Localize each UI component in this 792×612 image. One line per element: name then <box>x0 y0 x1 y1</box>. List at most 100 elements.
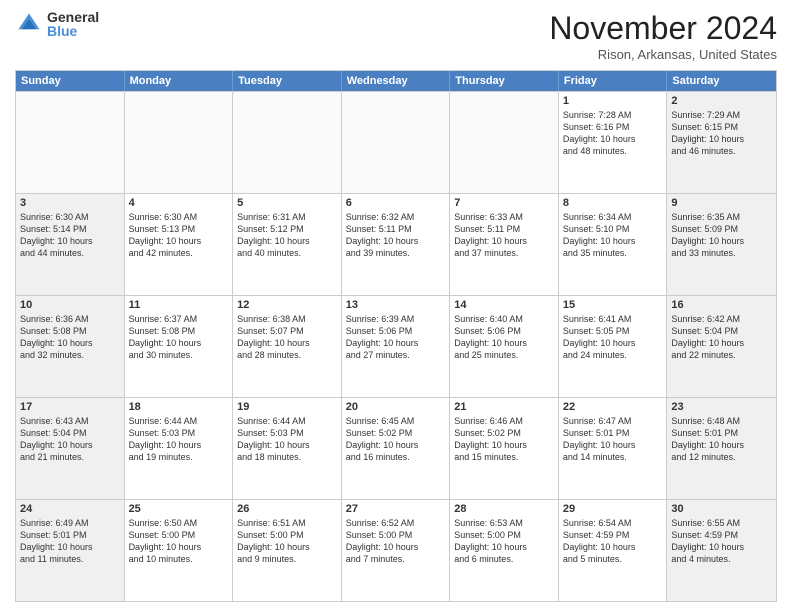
cell-info: Sunrise: 6:32 AM Sunset: 5:11 PM Dayligh… <box>346 211 446 260</box>
day-cell-28: 28 Sunrise: 6:53 AM Sunset: 5:00 PM Dayli… <box>450 500 559 601</box>
day-cell-26: 26 Sunrise: 6:51 AM Sunset: 5:00 PM Dayli… <box>233 500 342 601</box>
cell-info: Sunrise: 6:34 AM Sunset: 5:10 PM Dayligh… <box>563 211 663 260</box>
header-day-friday: Friday <box>559 71 668 91</box>
cell-info: Sunrise: 6:51 AM Sunset: 5:00 PM Dayligh… <box>237 517 337 566</box>
day-number: 5 <box>237 197 337 209</box>
day-number: 30 <box>671 503 772 515</box>
day-number: 18 <box>129 401 229 413</box>
day-number: 26 <box>237 503 337 515</box>
day-number: 3 <box>20 197 120 209</box>
day-number: 10 <box>20 299 120 311</box>
header-day-saturday: Saturday <box>667 71 776 91</box>
cell-info: Sunrise: 6:36 AM Sunset: 5:08 PM Dayligh… <box>20 313 120 362</box>
day-cell-30: 30 Sunrise: 6:55 AM Sunset: 4:59 PM Dayli… <box>667 500 776 601</box>
day-number: 28 <box>454 503 554 515</box>
day-number: 2 <box>671 95 772 107</box>
day-cell-25: 25 Sunrise: 6:50 AM Sunset: 5:00 PM Dayli… <box>125 500 234 601</box>
day-cell-16: 16 Sunrise: 6:42 AM Sunset: 5:04 PM Dayli… <box>667 296 776 397</box>
day-cell-21: 21Sunrise: 6:46 AM Sunset: 5:02 PM Dayli… <box>450 398 559 499</box>
week-row-3: 10 Sunrise: 6:36 AM Sunset: 5:08 PM Dayli… <box>16 295 776 397</box>
day-cell-5: 5 Sunrise: 6:31 AM Sunset: 5:12 PM Daylig… <box>233 194 342 295</box>
day-number: 23 <box>671 401 772 413</box>
day-cell-6: 6 Sunrise: 6:32 AM Sunset: 5:11 PM Daylig… <box>342 194 451 295</box>
title-block: November 2024 Rison, Arkansas, United St… <box>549 10 777 62</box>
day-cell-10: 10 Sunrise: 6:36 AM Sunset: 5:08 PM Dayli… <box>16 296 125 397</box>
cell-info: Sunrise: 6:31 AM Sunset: 5:12 PM Dayligh… <box>237 211 337 260</box>
cell-info: Sunrise: 6:39 AM Sunset: 5:06 PM Dayligh… <box>346 313 446 362</box>
location-subtitle: Rison, Arkansas, United States <box>549 47 777 62</box>
cell-info: Sunrise: 6:50 AM Sunset: 5:00 PM Dayligh… <box>129 517 229 566</box>
cell-info: Sunrise: 6:44 AM Sunset: 5:03 PM Dayligh… <box>129 415 229 464</box>
cell-info: Sunrise: 6:55 AM Sunset: 4:59 PM Dayligh… <box>671 517 772 566</box>
week-row-5: 24 Sunrise: 6:49 AM Sunset: 5:01 PM Dayli… <box>16 499 776 601</box>
day-number: 27 <box>346 503 446 515</box>
calendar-body: 1Sunrise: 7:28 AM Sunset: 6:16 PM Daylig… <box>16 91 776 601</box>
week-row-1: 1Sunrise: 7:28 AM Sunset: 6:16 PM Daylig… <box>16 91 776 193</box>
cell-info: Sunrise: 7:29 AM Sunset: 6:15 PM Dayligh… <box>671 109 772 158</box>
day-cell-29: 29 Sunrise: 6:54 AM Sunset: 4:59 PM Dayli… <box>559 500 668 601</box>
day-cell-3: 3 Sunrise: 6:30 AM Sunset: 5:14 PM Daylig… <box>16 194 125 295</box>
logo-blue: Blue <box>47 24 99 38</box>
cell-info: Sunrise: 6:38 AM Sunset: 5:07 PM Dayligh… <box>237 313 337 362</box>
day-cell-8: 8 Sunrise: 6:34 AM Sunset: 5:10 PM Daylig… <box>559 194 668 295</box>
day-cell-15: 15 Sunrise: 6:41 AM Sunset: 5:05 PM Dayli… <box>559 296 668 397</box>
day-number: 25 <box>129 503 229 515</box>
cell-info: Sunrise: 6:53 AM Sunset: 5:00 PM Dayligh… <box>454 517 554 566</box>
logo-icon <box>15 10 43 38</box>
cell-info: Sunrise: 6:30 AM Sunset: 5:14 PM Dayligh… <box>20 211 120 260</box>
week-row-2: 3 Sunrise: 6:30 AM Sunset: 5:14 PM Daylig… <box>16 193 776 295</box>
logo-text: General Blue <box>47 10 99 38</box>
empty-cell <box>233 92 342 193</box>
day-cell-18: 18 Sunrise: 6:44 AM Sunset: 5:03 PM Dayli… <box>125 398 234 499</box>
empty-cell <box>16 92 125 193</box>
day-number: 4 <box>129 197 229 209</box>
day-number: 14 <box>454 299 554 311</box>
day-number: 8 <box>563 197 663 209</box>
day-cell-14: 14 Sunrise: 6:40 AM Sunset: 5:06 PM Dayli… <box>450 296 559 397</box>
cell-info: Sunrise: 7:28 AM Sunset: 6:16 PM Dayligh… <box>563 109 663 158</box>
day-number: 21 <box>454 401 554 413</box>
day-number: 15 <box>563 299 663 311</box>
cell-info: Sunrise: 6:41 AM Sunset: 5:05 PM Dayligh… <box>563 313 663 362</box>
header-day-wednesday: Wednesday <box>342 71 451 91</box>
day-number: 17 <box>20 401 120 413</box>
day-cell-1: 1Sunrise: 7:28 AM Sunset: 6:16 PM Daylig… <box>559 92 668 193</box>
cell-info: Sunrise: 6:37 AM Sunset: 5:08 PM Dayligh… <box>129 313 229 362</box>
day-number: 29 <box>563 503 663 515</box>
calendar-header: SundayMondayTuesdayWednesdayThursdayFrid… <box>16 71 776 91</box>
cell-info: Sunrise: 6:35 AM Sunset: 5:09 PM Dayligh… <box>671 211 772 260</box>
empty-cell <box>342 92 451 193</box>
cell-info: Sunrise: 6:49 AM Sunset: 5:01 PM Dayligh… <box>20 517 120 566</box>
day-number: 11 <box>129 299 229 311</box>
empty-cell <box>125 92 234 193</box>
cell-info: Sunrise: 6:40 AM Sunset: 5:06 PM Dayligh… <box>454 313 554 362</box>
cell-info: Sunrise: 6:54 AM Sunset: 4:59 PM Dayligh… <box>563 517 663 566</box>
week-row-4: 17 Sunrise: 6:43 AM Sunset: 5:04 PM Dayli… <box>16 397 776 499</box>
day-cell-4: 4Sunrise: 6:30 AM Sunset: 5:13 PM Daylig… <box>125 194 234 295</box>
day-cell-24: 24 Sunrise: 6:49 AM Sunset: 5:01 PM Dayli… <box>16 500 125 601</box>
calendar: SundayMondayTuesdayWednesdayThursdayFrid… <box>15 70 777 602</box>
day-cell-7: 7Sunrise: 6:33 AM Sunset: 5:11 PM Daylig… <box>450 194 559 295</box>
cell-info: Sunrise: 6:47 AM Sunset: 5:01 PM Dayligh… <box>563 415 663 464</box>
day-number: 20 <box>346 401 446 413</box>
day-number: 7 <box>454 197 554 209</box>
header-day-thursday: Thursday <box>450 71 559 91</box>
day-cell-22: 22Sunrise: 6:47 AM Sunset: 5:01 PM Dayli… <box>559 398 668 499</box>
day-cell-27: 27Sunrise: 6:52 AM Sunset: 5:00 PM Dayli… <box>342 500 451 601</box>
day-cell-19: 19Sunrise: 6:44 AM Sunset: 5:03 PM Dayli… <box>233 398 342 499</box>
day-number: 16 <box>671 299 772 311</box>
day-number: 9 <box>671 197 772 209</box>
day-cell-2: 2 Sunrise: 7:29 AM Sunset: 6:15 PM Daylig… <box>667 92 776 193</box>
cell-info: Sunrise: 6:43 AM Sunset: 5:04 PM Dayligh… <box>20 415 120 464</box>
logo-general: General <box>47 10 99 24</box>
day-number: 6 <box>346 197 446 209</box>
day-cell-23: 23Sunrise: 6:48 AM Sunset: 5:01 PM Dayli… <box>667 398 776 499</box>
header: General Blue November 2024 Rison, Arkans… <box>15 10 777 62</box>
cell-info: Sunrise: 6:44 AM Sunset: 5:03 PM Dayligh… <box>237 415 337 464</box>
day-number: 13 <box>346 299 446 311</box>
day-number: 24 <box>20 503 120 515</box>
empty-cell <box>450 92 559 193</box>
day-cell-11: 11 Sunrise: 6:37 AM Sunset: 5:08 PM Dayli… <box>125 296 234 397</box>
cell-info: Sunrise: 6:42 AM Sunset: 5:04 PM Dayligh… <box>671 313 772 362</box>
header-day-monday: Monday <box>125 71 234 91</box>
